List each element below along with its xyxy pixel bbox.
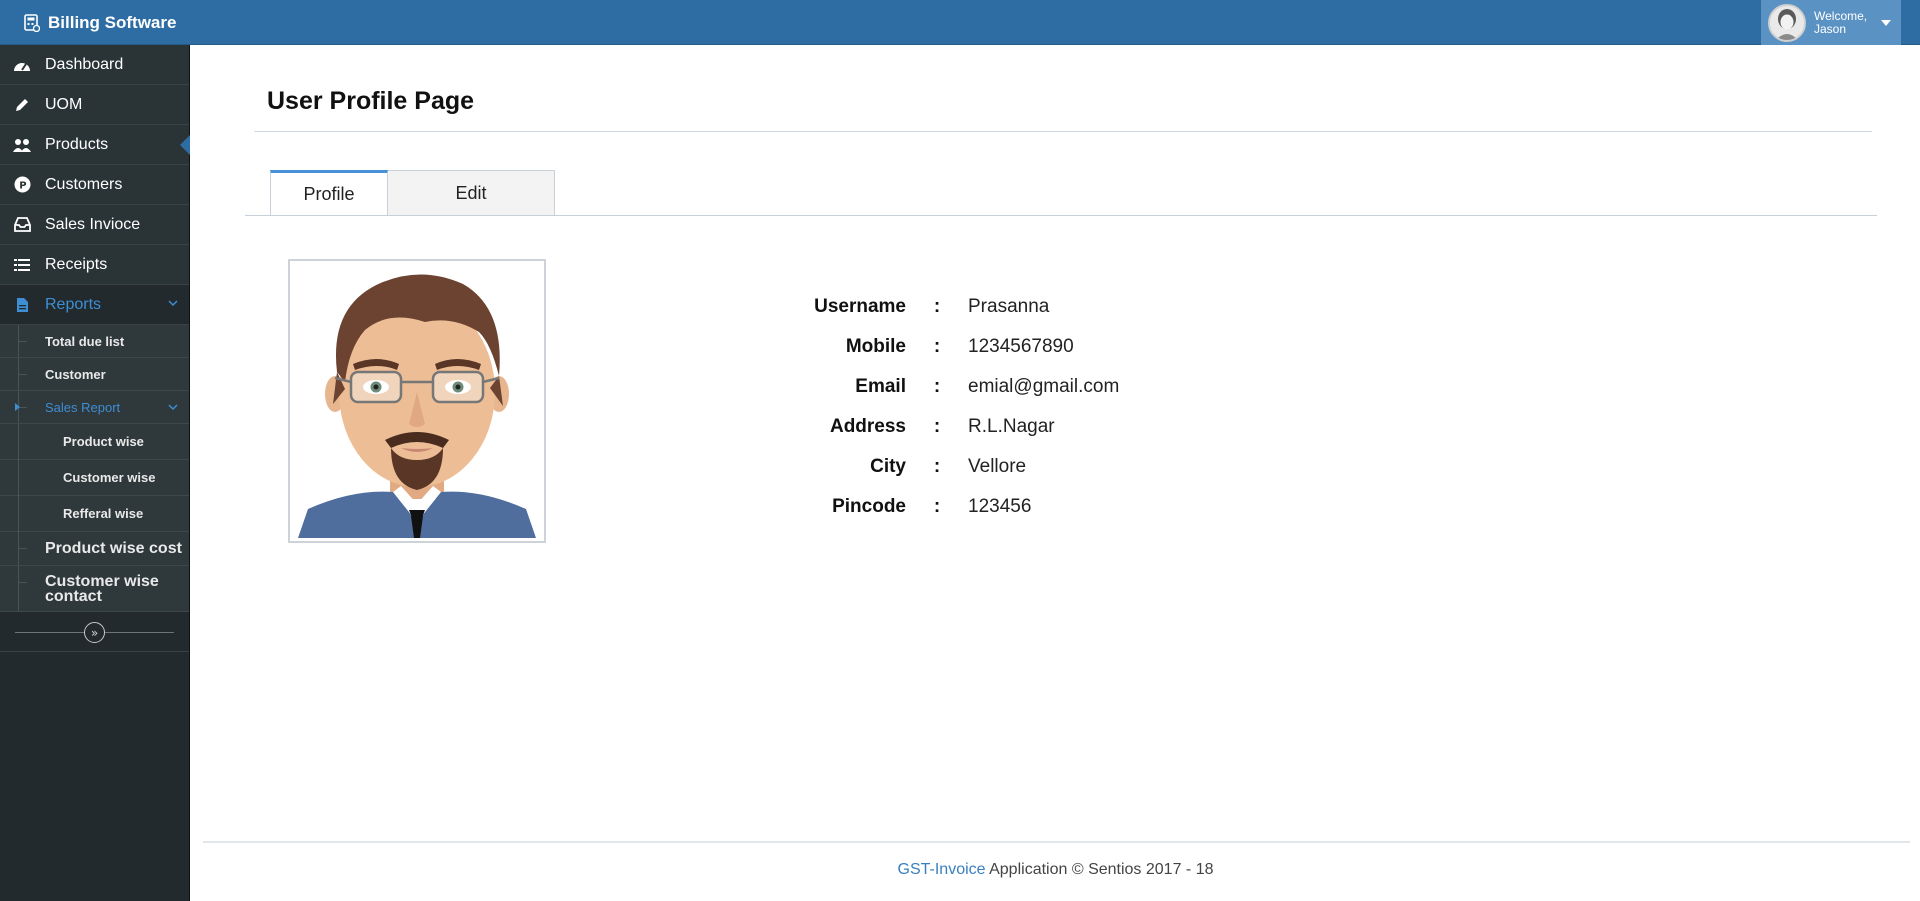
sidebar-subitem-product-wise[interactable]: Product wise	[0, 424, 189, 460]
tab-edit[interactable]: Edit	[388, 170, 555, 216]
profile-row-mobile: Mobile : 1234567890	[741, 327, 1119, 367]
sidebar-subitem-sales-report[interactable]: Sales Report	[0, 391, 189, 424]
calculator-icon	[24, 13, 40, 32]
top-navbar: Billing Software Welcome, Jason	[0, 0, 1920, 45]
field-value: Prasanna	[968, 296, 1050, 317]
list-icon	[12, 255, 32, 275]
field-label: Username	[814, 296, 906, 317]
sidebar-subitem-refferal-wise[interactable]: Refferal wise	[0, 496, 189, 532]
page-title: User Profile Page	[267, 87, 475, 115]
sidebar: Dashboard UOM Products P Customers Sales…	[0, 45, 190, 901]
main-content: User Profile Page Profile Edit Username …	[191, 45, 1920, 901]
sidebar-item-label: Receipts	[45, 255, 108, 273]
sidebar-subitem-total-due-list[interactable]: Total due list	[0, 325, 189, 358]
field-value: Vellore	[968, 456, 1027, 477]
double-chevron-right-icon[interactable]: »	[84, 622, 105, 643]
field-colon: :	[933, 376, 941, 397]
profile-row-username: Username : Prasanna	[741, 287, 1119, 327]
user-menu-dropdown[interactable]: Welcome, Jason	[1761, 0, 1901, 45]
field-label: Mobile	[845, 336, 906, 357]
app-brand[interactable]: Billing Software	[24, 0, 176, 45]
sidebar-item-sales-invoice[interactable]: Sales Invioce	[0, 205, 189, 245]
divider	[203, 841, 1910, 843]
field-value: 1234567890	[968, 336, 1074, 357]
sidebar-item-receipts[interactable]: Receipts	[0, 245, 189, 285]
field-label: Address	[829, 416, 906, 437]
sidebar-item-label: Products	[45, 135, 109, 153]
users-icon	[12, 135, 32, 155]
profile-tabs: Profile Edit	[270, 170, 555, 216]
welcome-label: Welcome,	[1814, 8, 1868, 23]
chevron-down-icon	[168, 300, 178, 307]
footer-text: Application © Sentios 2017 - 18	[985, 861, 1214, 878]
sidebar-item-label: Reports	[45, 295, 102, 313]
p-circle-icon: P	[12, 175, 32, 195]
inbox-icon	[12, 215, 32, 235]
field-colon: :	[933, 416, 941, 437]
welcome-text: Welcome, Jason	[1814, 8, 1868, 36]
sidebar-item-customers[interactable]: P Customers	[0, 165, 189, 205]
footer-brand-link[interactable]: GST-Invoice	[898, 861, 986, 878]
sidebar-subitem-customer[interactable]: Customer	[0, 358, 189, 391]
profile-details: Username : Prasanna Mobile : 1234567890 …	[741, 287, 1119, 527]
svg-text:P: P	[19, 181, 26, 192]
sidebar-item-dashboard[interactable]: Dashboard	[0, 45, 189, 85]
sidebar-subitem-product-wise-cost[interactable]: Product wise cost	[0, 532, 189, 566]
divider	[245, 215, 1877, 216]
chevron-down-icon	[168, 404, 178, 411]
footer: GST-Invoice Application © Sentios 2017 -…	[191, 861, 1920, 879]
sidebar-subitem-customer-wise[interactable]: Customer wise	[0, 460, 189, 496]
field-colon: :	[933, 336, 941, 357]
sidebar-subitem-customer-wise-contact[interactable]: Customer wise contact	[0, 566, 189, 612]
field-colon: :	[933, 296, 941, 317]
profile-photo	[288, 259, 546, 543]
sidebar-item-reports[interactable]: Reports	[0, 285, 189, 325]
user-name: Jason	[1814, 21, 1847, 36]
divider	[254, 131, 1872, 132]
sidebar-item-products[interactable]: Products	[0, 125, 190, 165]
reports-submenu: Total due list Customer Sales Report Pro…	[0, 325, 189, 612]
sidebar-item-label: Customers	[45, 175, 123, 193]
tab-profile[interactable]: Profile	[270, 170, 388, 216]
profile-row-email: Email : emial@gmail.com	[741, 367, 1119, 407]
sidebar-item-label: Sales Invioce	[45, 215, 141, 233]
field-label: Pincode	[832, 496, 906, 517]
sidebar-item-label: UOM	[45, 95, 83, 113]
field-colon: :	[933, 496, 941, 517]
field-colon: :	[933, 456, 941, 477]
app-title: Billing Software	[48, 12, 177, 32]
field-value: R.L.Nagar	[968, 416, 1055, 437]
profile-row-pincode: Pincode : 123456	[741, 487, 1119, 527]
sidebar-item-uom[interactable]: UOM	[0, 85, 189, 125]
field-label: Email	[855, 376, 906, 397]
sidebar-collapse-bar: »	[0, 612, 189, 652]
caret-right-icon	[15, 403, 20, 411]
caret-down-icon	[1881, 20, 1891, 26]
profile-row-city: City : Vellore	[741, 447, 1119, 487]
field-value: 123456	[968, 496, 1032, 517]
field-value: emial@gmail.com	[968, 376, 1120, 397]
file-icon	[12, 295, 32, 315]
user-avatar	[1768, 3, 1806, 42]
field-label: City	[870, 456, 906, 477]
pencil-icon	[12, 95, 32, 115]
sidebar-item-label: Dashboard	[45, 55, 124, 73]
profile-row-address: Address : R.L.Nagar	[741, 407, 1119, 447]
sidebar-subitem-label: Sales Report	[45, 399, 121, 415]
dashboard-icon	[12, 55, 32, 75]
